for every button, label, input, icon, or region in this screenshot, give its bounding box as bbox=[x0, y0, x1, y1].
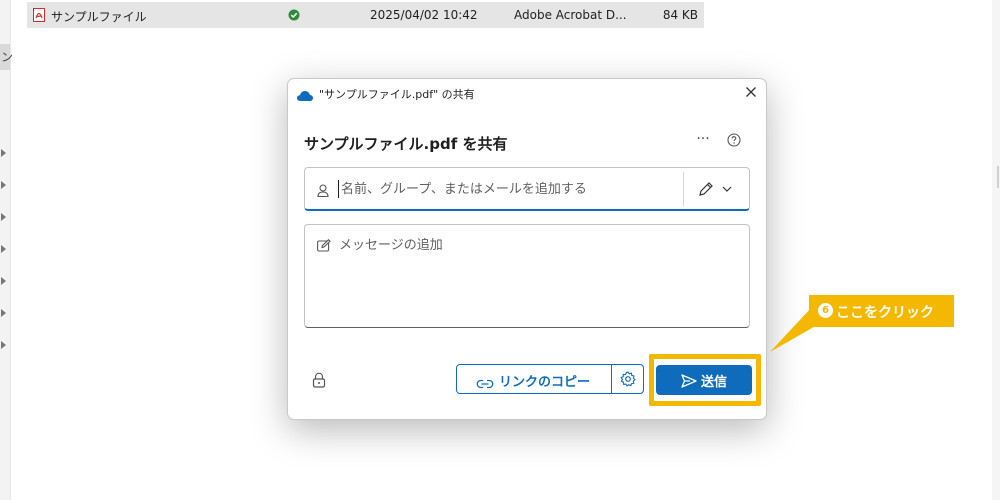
permission-dropdown[interactable] bbox=[697, 180, 739, 198]
recipient-field[interactable] bbox=[304, 167, 750, 211]
share-dialog: "サンプルファイル.pdf" の共有 サンプルファイル.pdf を共有 ··· bbox=[287, 78, 767, 420]
expand-arrow-icon[interactable] bbox=[0, 244, 8, 254]
copy-link-group: リンクのコピー bbox=[456, 364, 644, 394]
navigation-pane-tab[interactable]: ン bbox=[0, 44, 14, 70]
message-box[interactable] bbox=[304, 224, 750, 328]
navigation-pane-tab-glyph: ン bbox=[1, 50, 14, 64]
recipient-divider bbox=[683, 172, 684, 206]
pdf-file-icon bbox=[33, 8, 45, 22]
sync-ok-icon bbox=[288, 9, 300, 21]
dialog-titlebar: "サンプルファイル.pdf" の共有 bbox=[288, 79, 766, 107]
copy-link-button[interactable]: リンクのコピー bbox=[457, 365, 611, 393]
expand-arrow-icon[interactable] bbox=[0, 212, 8, 222]
file-modified-date: 2025/04/02 10:42 bbox=[370, 8, 478, 22]
expand-arrow-icon[interactable] bbox=[0, 148, 8, 158]
help-icon[interactable] bbox=[727, 133, 741, 147]
text-cursor bbox=[338, 180, 339, 198]
dialog-title: "サンプルファイル.pdf" の共有 bbox=[319, 88, 475, 101]
expand-arrow-icon[interactable] bbox=[0, 180, 8, 190]
pencil-icon bbox=[699, 182, 732, 196]
step-number-badge: 6 bbox=[818, 303, 833, 318]
send-label: 送信 bbox=[701, 375, 728, 390]
scrollbar-track[interactable] bbox=[992, 0, 1000, 500]
callout-text: ここをクリック bbox=[836, 305, 934, 321]
more-icon[interactable]: ··· bbox=[693, 129, 713, 149]
person-icon bbox=[317, 182, 329, 198]
link-settings-button[interactable] bbox=[612, 365, 643, 393]
send-button[interactable]: 送信 bbox=[656, 365, 752, 395]
send-icon bbox=[681, 373, 697, 388]
copy-link-label: リンクのコピー bbox=[499, 375, 591, 390]
link-icon bbox=[476, 374, 494, 389]
file-list-row[interactable]: サンプルファイル 2025/04/02 10:42 Adobe Acrobat … bbox=[27, 2, 704, 28]
file-name: サンプルファイル bbox=[51, 10, 147, 24]
gear-icon bbox=[620, 371, 636, 387]
scrollbar-thumb[interactable] bbox=[997, 166, 999, 188]
file-type: Adobe Acrobat D... bbox=[514, 8, 627, 22]
message-input[interactable] bbox=[339, 234, 739, 314]
file-size: 84 KB bbox=[662, 8, 698, 22]
share-heading: サンプルファイル.pdf を共有 bbox=[304, 135, 508, 153]
recipient-input[interactable] bbox=[341, 176, 671, 202]
expand-arrow-icon[interactable] bbox=[0, 308, 8, 318]
lock-icon[interactable] bbox=[312, 372, 326, 388]
close-icon[interactable] bbox=[744, 85, 758, 99]
expand-arrow-icon[interactable] bbox=[0, 276, 8, 286]
instruction-callout: 6 ここをクリック bbox=[809, 295, 954, 327]
expand-arrow-icon[interactable] bbox=[0, 340, 8, 350]
onedrive-cloud-icon bbox=[296, 87, 314, 101]
compose-icon bbox=[317, 237, 331, 252]
